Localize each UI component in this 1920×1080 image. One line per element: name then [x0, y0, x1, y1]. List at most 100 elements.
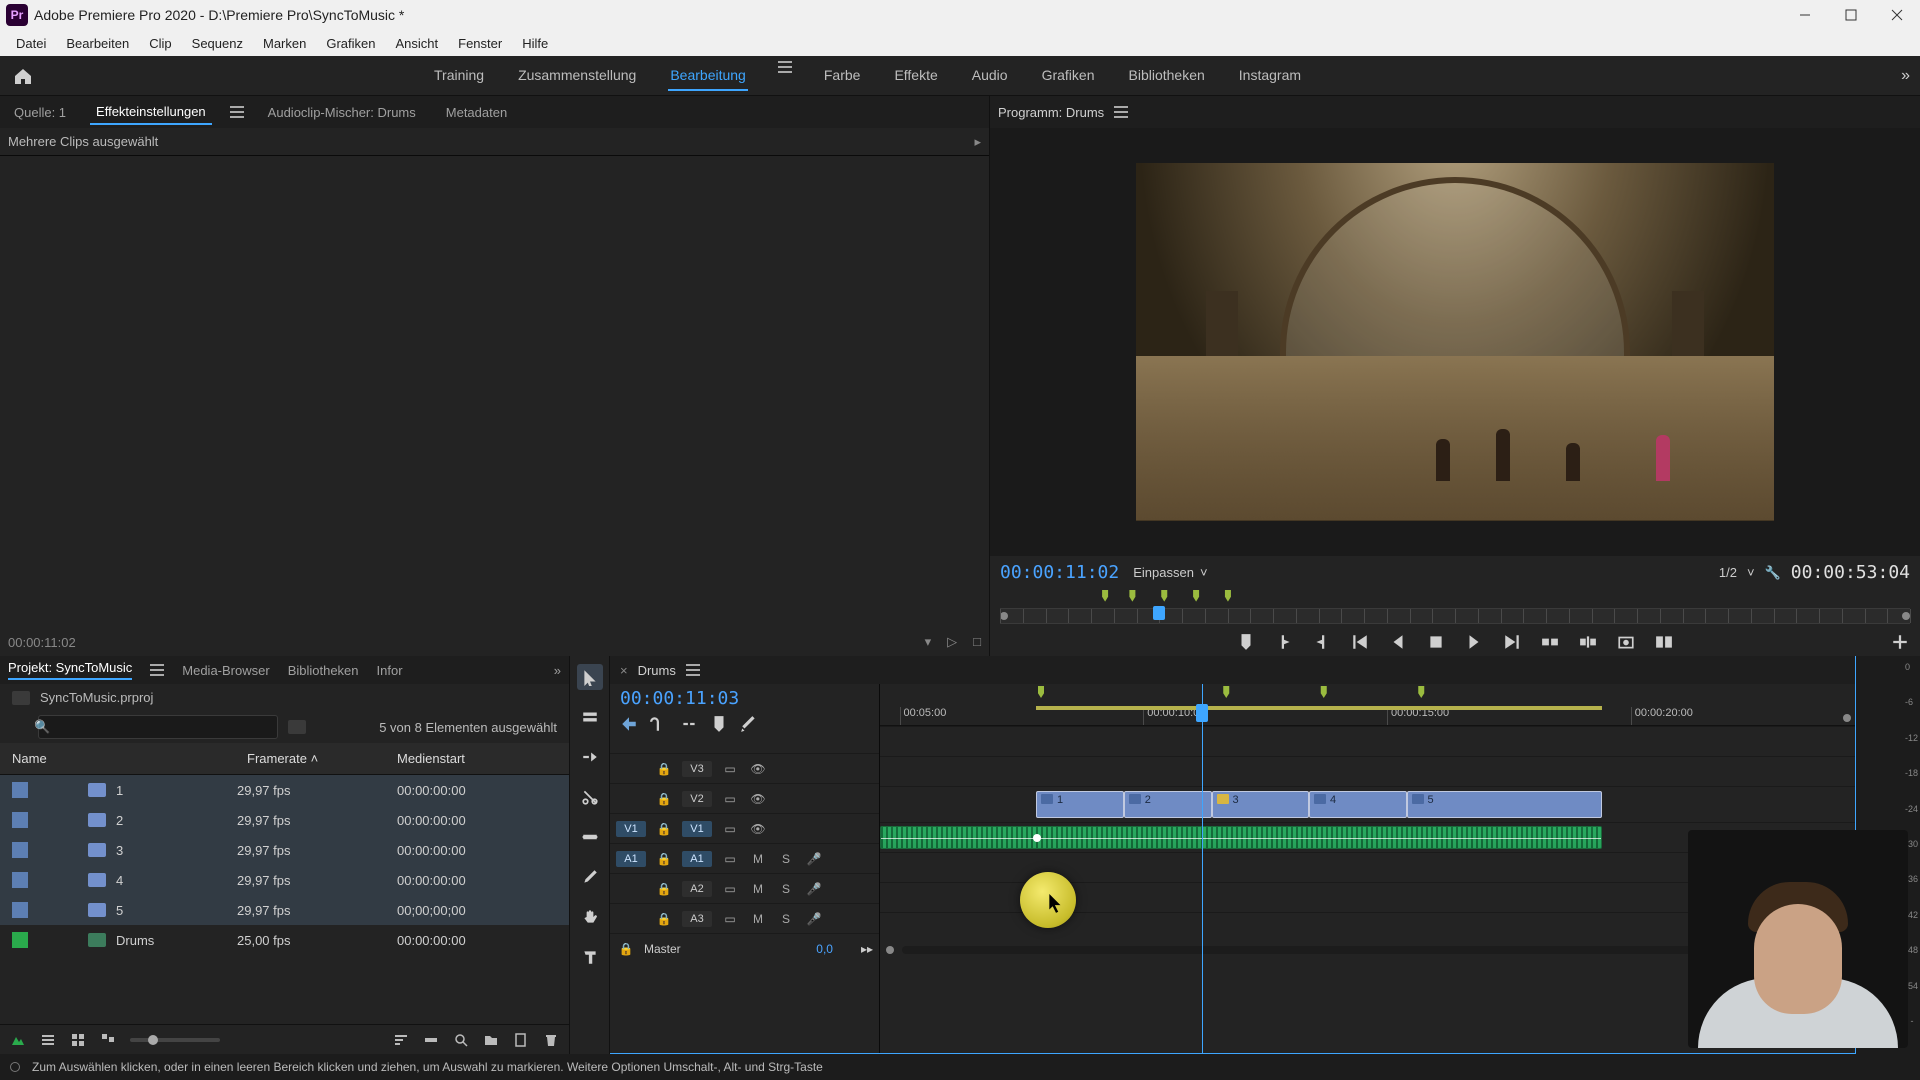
video-clip[interactable]: 5 — [1407, 791, 1602, 818]
audio-track-header[interactable]: A1🔒 A1 ▭ M S 🎤 — [610, 843, 879, 873]
menu-clip[interactable]: Clip — [139, 33, 181, 54]
lift-button[interactable] — [1540, 632, 1560, 652]
track-lane-v1[interactable]: 12345 — [880, 786, 1855, 822]
lock-icon[interactable]: 🔒 — [654, 792, 674, 806]
zoom-knob-right[interactable] — [1902, 612, 1910, 620]
comparison-view-button[interactable] — [1654, 632, 1674, 652]
source-tab[interactable]: Metadaten — [440, 101, 513, 124]
zoom-knob-left[interactable] — [1000, 612, 1008, 620]
source-patch[interactable]: A1 — [616, 851, 646, 867]
sync-lock-icon[interactable]: ▭ — [720, 792, 740, 806]
project-row[interactable]: 2 29,97 fps 00:00:00:00 — [0, 805, 569, 835]
export-frame-icon[interactable]: □ — [973, 634, 981, 650]
video-clip[interactable]: 3 — [1212, 791, 1310, 818]
program-marker[interactable] — [1127, 590, 1137, 602]
solo-button[interactable]: S — [776, 912, 796, 926]
toggle-track-output-icon[interactable]: 👁 — [748, 792, 768, 806]
step-back-button[interactable] — [1388, 632, 1408, 652]
automate-to-sequence-icon[interactable] — [423, 1032, 439, 1048]
chevron-down-icon[interactable]: ˅ — [1200, 565, 1208, 580]
tool-slip[interactable] — [577, 824, 603, 850]
workspace-tab-instagram[interactable]: Instagram — [1237, 61, 1303, 91]
list-view-accent-icon[interactable] — [10, 1032, 26, 1048]
project-tab[interactable]: Projekt: SyncToMusic — [8, 660, 132, 680]
volume-keyframe[interactable] — [1033, 834, 1041, 842]
project-row[interactable]: 1 29,97 fps 00:00:00:00 — [0, 775, 569, 805]
icon-view-button[interactable] — [70, 1032, 86, 1048]
solo-button[interactable]: S — [776, 882, 796, 896]
mark-in-button[interactable] — [1274, 632, 1294, 652]
project-row[interactable]: 4 29,97 fps 00:00:00:00 — [0, 865, 569, 895]
column-name[interactable]: Name — [12, 747, 247, 770]
menu-marken[interactable]: Marken — [253, 33, 316, 54]
tool-track-select[interactable] — [577, 704, 603, 730]
source-tab[interactable]: Quelle: 1 — [8, 101, 72, 124]
project-row[interactable]: Drums 25,00 fps 00:00:00:00 — [0, 925, 569, 955]
lock-icon[interactable]: 🔒 — [654, 822, 674, 836]
audio-track-header[interactable]: 🔒 A3 ▭ M S 🎤 — [610, 903, 879, 933]
linked-selection-icon[interactable] — [680, 715, 698, 733]
menu-datei[interactable]: Datei — [6, 33, 56, 54]
go-to-in-button[interactable] — [1350, 632, 1370, 652]
menu-hilfe[interactable]: Hilfe — [512, 33, 558, 54]
video-clip[interactable]: 1 — [1036, 791, 1124, 818]
track-lane-v3[interactable] — [880, 726, 1855, 756]
project-tab[interactable]: Infor — [377, 663, 403, 678]
filter-icon[interactable]: ▾ — [925, 634, 932, 650]
play-only-icon[interactable]: ▷ — [947, 634, 957, 650]
toggle-track-output-icon[interactable]: 👁 — [748, 822, 768, 836]
tool-pen[interactable] — [577, 864, 603, 890]
program-marker[interactable] — [1100, 590, 1110, 602]
label-color-chip[interactable] — [12, 842, 28, 858]
project-tab[interactable]: Media-Browser — [182, 663, 269, 678]
mute-button[interactable]: M — [748, 912, 768, 926]
chevron-right-icon[interactable]: ▸ — [974, 134, 981, 150]
new-bin-button[interactable] — [483, 1032, 499, 1048]
column-medienstart[interactable]: Medienstart — [397, 747, 557, 770]
workspace-tab-bearbeitung[interactable]: Bearbeitung — [668, 61, 748, 91]
fit-dropdown[interactable]: Einpassen — [1133, 565, 1194, 580]
label-color-chip[interactable] — [12, 872, 28, 888]
program-marker[interactable] — [1223, 590, 1233, 602]
panel-menu-icon[interactable] — [230, 106, 244, 118]
tool-selection[interactable] — [577, 664, 603, 690]
mute-button[interactable]: M — [748, 852, 768, 866]
solo-button[interactable]: S — [776, 852, 796, 866]
new-bin-icon[interactable] — [288, 720, 306, 734]
stop-button[interactable] — [1426, 632, 1446, 652]
column-framerate[interactable]: Framerate ˄ — [247, 747, 397, 770]
workspace-tab-farbe[interactable]: Farbe — [822, 61, 863, 91]
resolution-dropdown[interactable]: 1/2 — [1719, 565, 1737, 580]
sync-lock-icon[interactable]: ▭ — [720, 882, 740, 896]
voiceover-icon[interactable]: 🎤 — [804, 882, 824, 896]
go-to-out-button[interactable] — [1502, 632, 1522, 652]
master-track-header[interactable]: 🔒Master0,0▸▸ — [610, 933, 879, 963]
zoom-knob-right[interactable] — [1843, 714, 1851, 722]
panel-menu-icon[interactable] — [1114, 106, 1128, 118]
nest-toggle-icon[interactable] — [620, 715, 638, 733]
home-button[interactable] — [10, 63, 36, 89]
thumb-size-slider[interactable] — [130, 1038, 220, 1042]
track-target[interactable]: A1 — [682, 851, 712, 867]
tool-hand[interactable] — [577, 904, 603, 930]
zoom-out-handle[interactable] — [886, 946, 894, 954]
label-color-chip[interactable] — [12, 812, 28, 828]
program-marker-strip[interactable] — [1000, 589, 1910, 602]
program-panel-tab[interactable]: Programm: Drums — [990, 96, 1920, 128]
program-playhead[interactable] — [1153, 606, 1165, 620]
project-search-input[interactable] — [38, 715, 278, 739]
workspace-tab-grafiken[interactable]: Grafiken — [1040, 61, 1097, 91]
program-viewer[interactable] — [990, 128, 1920, 556]
track-target[interactable]: A3 — [682, 911, 712, 927]
work-area-bar[interactable] — [1036, 706, 1602, 710]
workspace-tab-audio[interactable]: Audio — [970, 61, 1010, 91]
new-item-button[interactable] — [513, 1032, 529, 1048]
project-row[interactable]: 5 29,97 fps 00;00;00;00 — [0, 895, 569, 925]
delete-button[interactable] — [543, 1032, 559, 1048]
video-clip[interactable]: 2 — [1124, 791, 1212, 818]
timeline-marker[interactable] — [1319, 686, 1329, 698]
extract-button[interactable] — [1578, 632, 1598, 652]
close-button[interactable] — [1874, 0, 1920, 30]
project-column-header[interactable]: Name Framerate ˄ Medienstart — [0, 743, 569, 775]
program-marker[interactable] — [1159, 590, 1169, 602]
